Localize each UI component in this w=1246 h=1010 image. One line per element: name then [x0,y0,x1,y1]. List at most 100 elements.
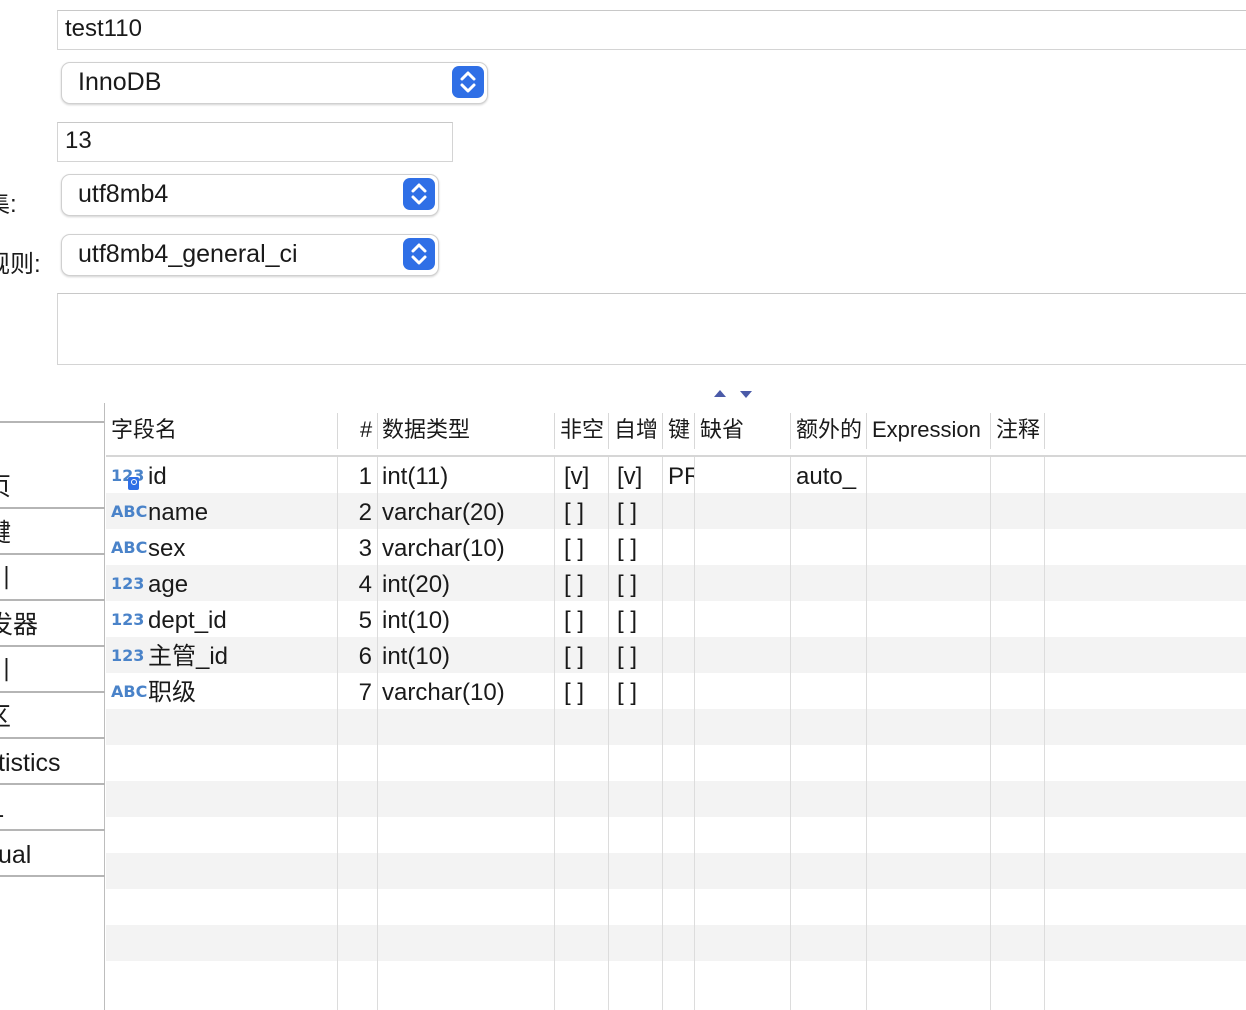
column-name: id [148,463,167,490]
not-null-checkbox[interactable]: [v] [564,457,589,493]
table-header: 字段名 # 数据类型 非空 自增 键 缺省 额外的 Expression 注释 [106,405,1246,457]
sidebar-tab[interactable]: ual [0,833,105,877]
collation-select[interactable]: utf8mb4_general_ci [61,234,439,276]
sidebar-tab[interactable]: 引 [0,557,105,601]
table-row[interactable]: ABC sex 3 varchar(10) [ ] [ ] [106,529,1246,565]
header-separator[interactable] [790,413,791,449]
sidebar-tab[interactable]: 发器 [0,603,105,647]
extra-cell: auto_ [796,463,857,490]
extra-cell [796,637,866,673]
header-default[interactable]: 缺省 [700,415,744,445]
auto-increment-checkbox[interactable]: [ ] [617,529,637,565]
empty-row[interactable] [106,745,1246,781]
column-type: int(11) [382,463,449,490]
table-row[interactable]: 123 age 4 int(20) [ ] [ ] [106,565,1246,601]
column-separator[interactable] [608,457,609,1010]
table-name-input[interactable]: test110 [57,10,1246,50]
table-row[interactable]: 123 dept_id 5 int(10) [ ] [ ] [106,601,1246,637]
header-auto-inc[interactable]: 自增 [614,415,658,445]
not-null-checkbox[interactable]: [ ] [564,529,584,565]
header-key[interactable]: 键 [668,415,690,445]
sidebar-tab[interactable]: tistics [0,741,105,785]
header-separator[interactable] [337,413,338,449]
auto-increment-checkbox[interactable]: [ ] [617,601,637,637]
empty-row[interactable] [106,925,1246,961]
header-separator[interactable] [1044,413,1045,449]
not-null-checkbox[interactable]: [ ] [564,601,584,637]
column-separator[interactable] [662,457,663,1010]
auto-increment-checkbox[interactable]: [v] [617,457,642,493]
sort-arrows-icon[interactable] [712,387,756,406]
empty-row[interactable] [106,709,1246,745]
column-separator[interactable] [866,457,867,1010]
column-separator[interactable] [694,457,695,1010]
key-cell [668,493,694,529]
header-extra[interactable]: 额外的 [796,415,862,445]
header-expression[interactable]: Expression [872,415,981,445]
column-type: varchar(20) [382,499,505,526]
auto-increment-checkbox[interactable]: [ ] [617,565,637,601]
column-separator[interactable] [790,457,791,1010]
auto-increment-checkbox[interactable]: [ ] [617,673,637,709]
key-cell: PR [668,463,694,490]
up-down-chevron-icon [403,178,435,210]
key-icon [128,477,139,490]
extra-cell [796,529,866,565]
header-separator[interactable] [694,413,695,449]
header-not-null[interactable]: 非空 [560,415,604,445]
sidebar-tab[interactable]: L [0,787,105,831]
column-type: int(10) [382,643,451,670]
sidebar-tab[interactable]: 区 [0,695,105,739]
table-row[interactable]: 123 id 1 int(11) [v] [v] PR auto_ [106,457,1246,493]
key-cell [668,637,694,673]
charset-select[interactable]: utf8mb4 [61,174,439,216]
extra-cell [796,673,866,709]
empty-row[interactable] [106,961,1246,997]
number-type-icon: 123 [111,574,145,593]
empty-row[interactable] [106,889,1246,925]
sidebar-tab[interactable]: 键 [0,511,105,555]
not-null-checkbox[interactable]: [ ] [564,637,584,673]
column-separator[interactable] [337,457,338,1010]
header-separator[interactable] [866,413,867,449]
column-separator[interactable] [554,457,555,1010]
header-separator[interactable] [990,413,991,449]
empty-row[interactable] [106,853,1246,889]
sidebar-tab[interactable]: 页 [0,465,105,509]
header-separator[interactable] [662,413,663,449]
string-type-icon: ABC [111,538,148,557]
comment-textarea[interactable] [57,293,1246,365]
column-separator[interactable] [990,457,991,1010]
sidebar-tab-label: 键 [0,511,11,553]
empty-row[interactable] [106,817,1246,853]
table-row[interactable]: ABC 职级 7 varchar(10) [ ] [ ] [106,673,1246,709]
header-comment[interactable]: 注释 [996,415,1040,445]
header-name[interactable]: 字段名 [111,415,177,445]
auto-increment-checkbox[interactable]: [ ] [617,637,637,673]
up-down-chevron-icon [403,238,435,270]
table-row[interactable]: ABC name 2 varchar(20) [ ] [ ] [106,493,1246,529]
header-num[interactable]: # [360,415,372,445]
engine-select[interactable]: InnoDB [61,62,488,104]
table-row[interactable]: 123 主管_id 6 int(10) [ ] [ ] [106,637,1246,673]
header-separator[interactable] [554,413,555,449]
column-type: varchar(10) [382,679,505,706]
auto-increment-checkbox[interactable]: [ ] [617,493,637,529]
not-null-checkbox[interactable]: [ ] [564,565,584,601]
empty-row[interactable] [106,781,1246,817]
auto-increment-input[interactable]: 13 [57,122,453,162]
sidebar-tab[interactable]: 引 [0,649,105,693]
up-down-chevron-icon [452,66,484,98]
key-cell [668,565,694,601]
header-separator[interactable] [608,413,609,449]
header-separator[interactable] [377,413,378,449]
header-type[interactable]: 数据类型 [382,415,470,445]
not-null-checkbox[interactable]: [ ] [564,493,584,529]
column-separator[interactable] [377,457,378,1010]
not-null-checkbox[interactable]: [ ] [564,673,584,709]
column-number: 2 [358,499,372,526]
key-cell [668,673,694,709]
string-type-icon: ABC [111,682,148,701]
column-separator[interactable] [1044,457,1045,1010]
column-name: age [148,571,189,598]
